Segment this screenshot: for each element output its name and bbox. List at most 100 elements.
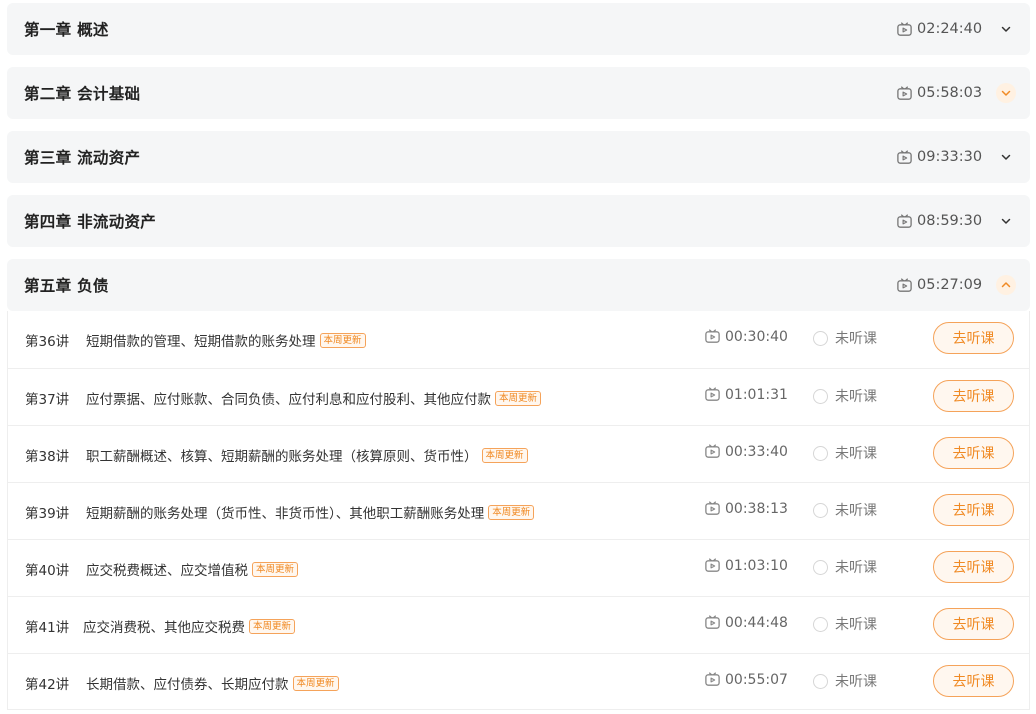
lesson-row: 第37讲 应付票据、应付账款、合同负债、应付利息和应付股利、其他应付款 本周更新… [8, 368, 1029, 425]
course-catalog: 第一章 概述 02:24:40 第二章 会计基础 05:58:03 第三章 流动… [0, 0, 1036, 714]
chapter-duration-text: 05:58:03 [917, 85, 983, 101]
lesson-number: 第36讲 [25, 334, 70, 350]
status-circle-icon [813, 502, 828, 518]
lesson-duration-text: 00:30:40 [725, 328, 788, 345]
lesson-title[interactable]: 应交消费税、其他应交税费 本周更新 [83, 616, 296, 636]
chevron-down-icon[interactable] [996, 83, 1016, 103]
chevron-down-icon[interactable] [996, 19, 1016, 39]
chapter-header-3[interactable]: 第三章 流动资产 09:33:30 [7, 131, 1030, 183]
lesson-number: 第37讲 [25, 392, 70, 408]
listen-button[interactable]: 去听课 [933, 437, 1014, 469]
video-icon [705, 558, 720, 572]
chapter-title: 第二章 会计基础 [24, 85, 141, 103]
status-circle-icon [813, 616, 828, 632]
chapter-duration: 05:58:03 [896, 85, 982, 102]
chapter-header-2[interactable]: 第二章 会计基础 05:58:03 [7, 67, 1030, 119]
lesson-duration: 00:38:13 [704, 500, 788, 517]
chapter-title: 第一章 概述 [24, 21, 109, 39]
lesson-title[interactable]: 应付票据、应付账款、合同负债、应付利息和应付股利、其他应付款 本周更新 [86, 388, 542, 408]
listen-button[interactable]: 去听课 [933, 608, 1014, 640]
update-badge: 本周更新 [488, 504, 535, 520]
update-badge: 本周更新 [481, 447, 528, 463]
chapter-title: 第四章 非流动资产 [24, 213, 157, 231]
lesson-row: 第36讲 短期借款的管理、短期借款的账务处理 本周更新 00:30:40 未听课… [8, 311, 1029, 368]
chapter-duration: 09:33:30 [896, 149, 982, 166]
lesson-number: 第39讲 [25, 506, 70, 522]
lesson-title[interactable]: 短期薪酬的账务处理（货币性、非货币性）、其他职工薪酬账务处理 本周更新 [86, 502, 535, 522]
chapter-duration: 02:24:40 [896, 21, 982, 38]
lesson-status-text: 未听课 [835, 389, 877, 405]
chapter-duration-text: 05:27:09 [917, 277, 983, 293]
chevron-down-icon[interactable] [996, 211, 1016, 231]
listen-button[interactable]: 去听课 [933, 380, 1014, 412]
lesson-title[interactable]: 短期借款的管理、短期借款的账务处理 本周更新 [86, 330, 366, 350]
update-badge: 本周更新 [319, 332, 366, 348]
lesson-title[interactable]: 应交税费概述、应交增值税 本周更新 [86, 559, 299, 579]
chapter-duration-text: 09:33:30 [917, 149, 983, 165]
chevron-down-icon[interactable] [996, 147, 1016, 167]
lesson-status-text: 未听课 [835, 331, 877, 347]
video-icon [897, 213, 912, 228]
chapter-duration-text: 08:59:30 [917, 213, 983, 229]
lesson-number: 第38讲 [25, 449, 70, 465]
lesson-title-text: 长期借款、应付债券、长期应付款 [86, 677, 289, 693]
lesson-status: 未听课 [813, 500, 877, 520]
listen-button[interactable]: 去听课 [933, 665, 1014, 697]
lesson-duration: 00:55:07 [704, 671, 788, 688]
lesson-title[interactable]: 职工薪酬概述、核算、短期薪酬的账务处理（核算原则、货币性） 本周更新 [86, 445, 528, 465]
lesson-status: 未听课 [813, 386, 877, 406]
lesson-title-text: 短期薪酬的账务处理（货币性、非货币性）、其他职工薪酬账务处理 [86, 506, 485, 522]
chapter-duration: 08:59:30 [896, 213, 982, 230]
lesson-duration-text: 00:33:40 [725, 443, 788, 460]
chapter-header-4[interactable]: 第四章 非流动资产 08:59:30 [7, 195, 1030, 247]
update-badge: 本周更新 [249, 618, 296, 634]
lesson-number: 第42讲 [25, 677, 70, 693]
lesson-status-text: 未听课 [835, 446, 877, 462]
listen-button[interactable]: 去听课 [933, 494, 1014, 526]
video-icon [705, 672, 720, 686]
video-icon [705, 387, 720, 401]
video-icon [897, 21, 912, 36]
update-badge: 本周更新 [292, 675, 339, 691]
lesson-status-text: 未听课 [835, 503, 877, 519]
lesson-row: 第41讲 应交消费税、其他应交税费 本周更新 00:44:48 未听课 去听课 [8, 596, 1029, 653]
lesson-title-text: 应交消费税、其他应交税费 [83, 620, 245, 636]
lesson-duration-text: 00:44:48 [725, 614, 788, 631]
listen-button[interactable]: 去听课 [933, 322, 1014, 354]
lesson-title-text: 短期借款的管理、短期借款的账务处理 [86, 334, 316, 350]
chapter-title: 第五章 负债 [24, 277, 109, 295]
lesson-row: 第40讲 应交税费概述、应交增值税 本周更新 01:03:10 未听课 去听课 [8, 539, 1029, 596]
chapter-header-1[interactable]: 第一章 概述 02:24:40 [7, 3, 1030, 55]
video-icon [897, 149, 912, 164]
lesson-number: 第40讲 [25, 563, 70, 579]
video-icon [705, 329, 720, 343]
lesson-number: 第41讲 [25, 620, 70, 636]
lesson-title-text: 应交税费概述、应交增值税 [86, 563, 248, 579]
update-badge: 本周更新 [495, 390, 542, 406]
lesson-duration-text: 00:38:13 [725, 500, 788, 517]
video-icon [705, 501, 720, 515]
chapter-duration-text: 02:24:40 [917, 21, 983, 37]
lesson-row: 第39讲 短期薪酬的账务处理（货币性、非货币性）、其他职工薪酬账务处理 本周更新… [8, 482, 1029, 539]
status-circle-icon [813, 445, 828, 461]
status-circle-icon [813, 388, 828, 404]
lesson-row: 第38讲 职工薪酬概述、核算、短期薪酬的账务处理（核算原则、货币性） 本周更新 … [8, 425, 1029, 482]
status-circle-icon [813, 330, 828, 346]
lesson-status-text: 未听课 [835, 617, 877, 633]
chevron-up-icon[interactable] [996, 275, 1016, 295]
listen-button[interactable]: 去听课 [933, 551, 1014, 583]
status-circle-icon [813, 559, 828, 575]
lesson-title[interactable]: 长期借款、应付债券、长期应付款 本周更新 [86, 673, 339, 693]
lesson-duration-text: 00:55:07 [725, 671, 788, 688]
lesson-duration: 00:44:48 [704, 614, 788, 631]
lesson-duration-text: 01:03:10 [725, 557, 788, 574]
lesson-title-text: 职工薪酬概述、核算、短期薪酬的账务处理（核算原则、货币性） [86, 449, 478, 465]
lesson-title-text: 应付票据、应付账款、合同负债、应付利息和应付股利、其他应付款 [86, 392, 491, 408]
lesson-status-text: 未听课 [835, 560, 877, 576]
chapter-header-5[interactable]: 第五章 负债 05:27:09 [7, 259, 1030, 311]
lesson-row: 第42讲 长期借款、应付债券、长期应付款 本周更新 00:55:07 未听课 去… [8, 653, 1029, 710]
lesson-status: 未听课 [813, 443, 877, 463]
lesson-list: 第36讲 短期借款的管理、短期借款的账务处理 本周更新 00:30:40 未听课… [7, 311, 1030, 710]
lesson-duration: 00:33:40 [704, 443, 788, 460]
video-icon [705, 615, 720, 629]
